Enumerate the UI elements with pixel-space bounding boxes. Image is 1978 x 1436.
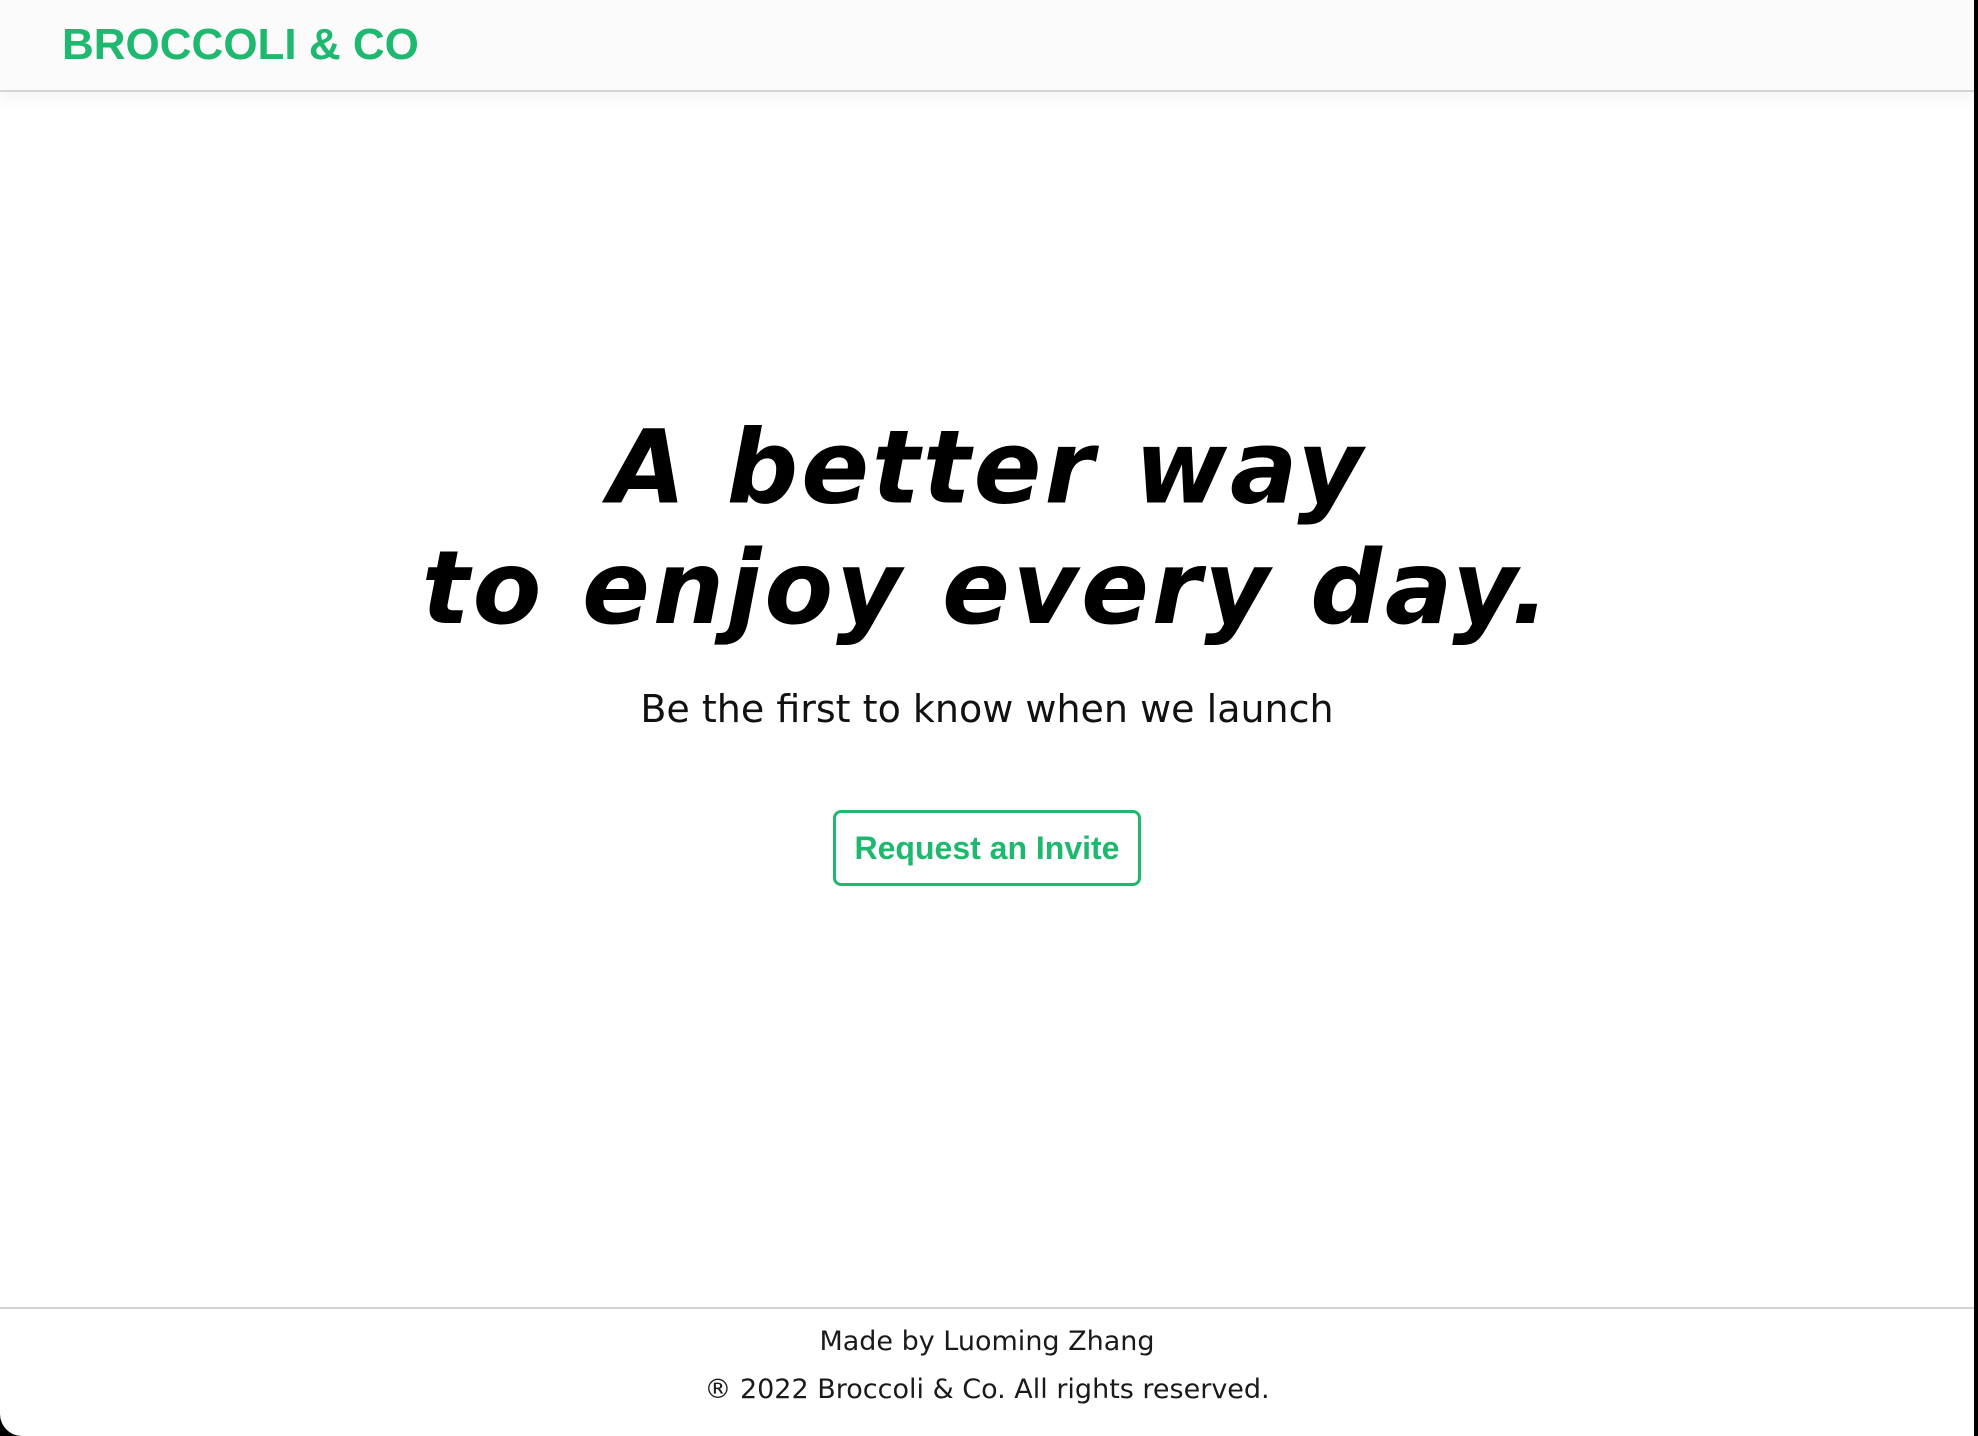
hero-headline-line1: A better way	[608, 407, 1366, 527]
footer-credit: Made by Luoming Zhang	[819, 1326, 1155, 1357]
footer-copyright: ® 2022 Broccoli & Co. All rights reserve…	[704, 1374, 1270, 1405]
brand-logo[interactable]: BROCCOLI & CO	[62, 20, 419, 70]
site-footer: Made by Luoming Zhang ® 2022 Broccoli & …	[0, 1307, 1974, 1436]
hero-headline-line2: to enjoy every day.	[421, 528, 1553, 648]
hero-section: A better way to enjoy every day. Be the …	[0, 408, 1974, 886]
hero-subtitle: Be the first to know when we launch	[640, 687, 1334, 731]
request-invite-button[interactable]: Request an Invite	[833, 810, 1141, 886]
site-header: BROCCOLI & CO	[0, 0, 1974, 92]
hero-headline: A better way to enjoy every day.	[0, 408, 1974, 649]
page: BROCCOLI & CO A better way to enjoy ever…	[0, 0, 1974, 1436]
